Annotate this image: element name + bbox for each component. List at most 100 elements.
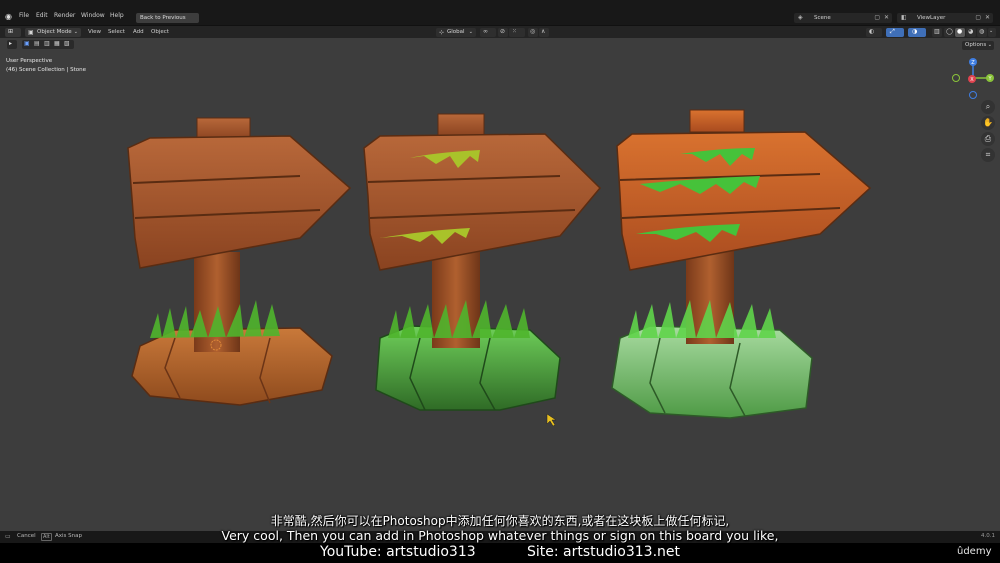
pivot-point-button[interactable]: ∞ <box>480 28 496 37</box>
video-bottom-band <box>0 543 1000 563</box>
blender-logo-icon[interactable]: ◉ <box>5 12 12 21</box>
cursor-icon: ▸ <box>9 40 13 47</box>
overlays-icon: ◑ <box>912 28 918 35</box>
subtitle-chinese: 非常酷,然后你可以在Photoshop中添加任何你喜欢的东西,或者在这块板上做任… <box>270 514 730 528</box>
udemy-logo: ûdemy <box>957 546 992 557</box>
select-mode-group[interactable]: ▣ ▤ ▥ ▦ ▧ <box>22 40 74 49</box>
gizmo-icon: ⤢ <box>890 28 895 35</box>
pan-button[interactable]: ✋ <box>981 116 995 130</box>
gizmo-x-label: X <box>970 77 974 83</box>
scene-name: Scene <box>814 15 831 21</box>
material-preview-icon: ◕ <box>968 28 974 35</box>
menu-view[interactable]: View <box>88 29 101 35</box>
shading-wireframe-button[interactable]: ◯ <box>944 28 954 37</box>
menu-edit[interactable]: Edit <box>36 12 48 19</box>
menu-render[interactable]: Render <box>54 12 75 19</box>
mouse-cursor-icon <box>546 413 557 427</box>
editor-type-button[interactable]: ⊞ <box>5 28 21 37</box>
hand-icon: ✋ <box>983 118 993 127</box>
back-to-previous-button[interactable]: Back to Previous <box>136 13 199 23</box>
signpost-mossy <box>363 113 602 411</box>
options-button[interactable]: Options ⌄ <box>962 41 994 50</box>
signpost-orange <box>127 117 352 406</box>
shading-rendered-button[interactable]: ◍ <box>977 28 987 37</box>
menu-add[interactable]: Add <box>133 29 144 35</box>
link-icon: ∞ <box>483 28 488 35</box>
shading-material-button[interactable]: ◕ <box>966 28 976 37</box>
chevron-down-icon: ⌄ <box>73 29 78 35</box>
delete-view-layer-icon[interactable]: ✕ <box>985 13 990 23</box>
signpost-orange-board <box>127 135 352 269</box>
options-label: Options <box>965 42 987 48</box>
snap-toggle[interactable]: ⊘ <box>498 28 508 37</box>
select-new-icon[interactable]: ▣ <box>24 40 30 47</box>
scene-selector[interactable]: ◈ Scene ▢ ✕ <box>794 13 892 23</box>
viewport-header: ⊞ ▣ Object Mode ⌄ View Select Add Object… <box>0 25 1000 38</box>
overlays-toggle[interactable]: ◑ <box>908 28 926 37</box>
snap-icon: ⊘ <box>500 28 506 35</box>
object-mode-label: Object Mode <box>37 29 72 35</box>
menu-file[interactable]: File <box>19 12 29 19</box>
new-view-layer-icon[interactable]: ▢ <box>975 13 981 23</box>
visibility-icon: ◐ <box>869 28 875 35</box>
delete-scene-icon[interactable]: ✕ <box>884 13 889 23</box>
view-layer-name: ViewLayer <box>917 15 946 21</box>
xray-icon: ▥ <box>934 28 940 35</box>
signpost-green-moss <box>611 109 872 419</box>
camera-icon: ⎙ <box>984 134 992 143</box>
chevron-down-icon: ⌄ <box>989 28 994 34</box>
gizmo-z-label: Z <box>971 60 975 66</box>
proportional-falloff-button[interactable]: ∧ <box>539 28 549 37</box>
youtube-watermark: YouTube: artstudio313 <box>320 544 476 560</box>
solid-icon: ● <box>957 28 963 35</box>
zoom-button[interactable]: ⌕ <box>981 100 995 114</box>
scene-render <box>127 109 872 427</box>
top-menu-bar: ◉ File Edit Render Window Help Back to P… <box>0 0 1000 25</box>
viewport-collection-label: (46) Scene Collection | Stone <box>6 67 86 73</box>
gizmo-neg-y-axis <box>952 74 960 82</box>
select-invert-icon[interactable]: ▦ <box>54 40 60 47</box>
select-extend-icon[interactable]: ▤ <box>34 40 40 47</box>
snap-target-button[interactable]: ⁙ <box>509 28 525 37</box>
chevron-down-icon: ⌄ <box>468 29 473 35</box>
magnifier-icon: ⌕ <box>985 102 991 111</box>
view-layer-icon: ◧ <box>901 14 907 21</box>
orientation-label: Global <box>447 29 465 35</box>
xray-toggle[interactable]: ▥ <box>932 28 942 37</box>
scene-icon: ◈ <box>798 14 803 21</box>
tool-select-button[interactable]: ▸ <box>7 40 17 49</box>
proportional-edit-toggle[interactable]: ◎ <box>528 28 538 37</box>
back-to-previous-label: Back to Previous <box>140 15 186 21</box>
grid-icon: ⌗ <box>985 150 991 159</box>
navigation-gizmo[interactable]: Z Y X <box>948 54 998 102</box>
select-subtract-icon[interactable]: ▥ <box>44 40 50 47</box>
menu-object[interactable]: Object <box>151 29 169 35</box>
transform-orientation-select[interactable]: ⊹ Global ⌄ <box>436 28 476 37</box>
select-intersect-icon[interactable]: ▧ <box>64 40 70 47</box>
site-watermark: Site: artstudio313.net <box>527 544 681 560</box>
object-mode-select[interactable]: ▣ Object Mode ⌄ <box>25 28 81 37</box>
new-scene-icon[interactable]: ▢ <box>874 13 880 23</box>
menu-help[interactable]: Help <box>110 12 124 19</box>
proportional-edit-icon: ◎ <box>530 28 536 35</box>
wireframe-icon: ◯ <box>946 28 953 35</box>
view-layer-selector[interactable]: ◧ ViewLayer ▢ ✕ <box>897 13 993 23</box>
rendered-icon: ◍ <box>979 28 985 35</box>
menu-select[interactable]: Select <box>108 29 125 35</box>
perspective-toggle-button[interactable]: ⌗ <box>981 148 995 162</box>
menu-window[interactable]: Window <box>81 12 105 19</box>
falloff-icon: ∧ <box>541 28 546 35</box>
grid-snap-icon: ⁙ <box>512 28 518 35</box>
gizmo-toggle[interactable]: ⤢ <box>886 28 904 37</box>
shading-solid-button[interactable]: ● <box>955 28 965 37</box>
signpost-mossy-board <box>363 133 602 271</box>
gizmo-neg-z-axis <box>969 91 977 99</box>
viewport-perspective-label: User Perspective <box>6 58 53 64</box>
chevron-down-icon: ⌄ <box>987 42 992 48</box>
camera-view-button[interactable]: ⎙ <box>981 132 995 146</box>
shading-options-button[interactable]: ⌄ <box>988 28 996 37</box>
subtitle-english: Very cool, Then you can add in Photoshop… <box>221 528 779 543</box>
orientation-icon: ⊹ <box>439 29 445 36</box>
visibility-button[interactable]: ◐ <box>866 28 882 37</box>
editor-type-icon: ⊞ <box>8 28 14 35</box>
